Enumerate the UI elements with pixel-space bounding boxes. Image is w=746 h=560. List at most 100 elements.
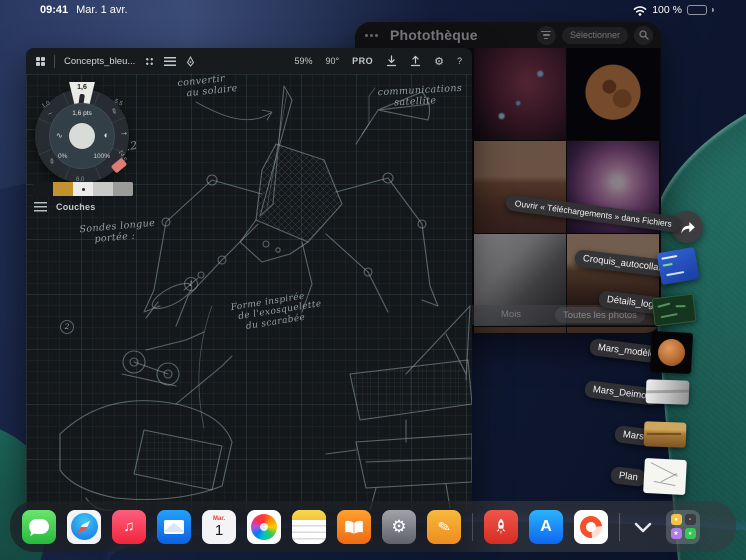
mail-envelope-icon <box>164 519 184 534</box>
photos-title: Photothèque <box>390 27 478 43</box>
export-icon[interactable] <box>410 55 421 67</box>
photo-tile-partial[interactable] <box>567 327 659 333</box>
drag-thumb-croquis-autocollants[interactable] <box>656 246 700 286</box>
swatch-black[interactable] <box>33 182 53 196</box>
import-icon[interactable] <box>386 55 397 67</box>
photos-header: Photothèque Sélectionner <box>355 22 661 48</box>
dock-app-calendar[interactable]: Mar. 1 <box>202 509 236 544</box>
help-button[interactable]: ? <box>457 56 462 66</box>
brush-tool-wheel[interactable]: 1,0 5,5 6,0 14,5 ~ ✎ ↗ ✎ 1,6 1,6 pts ∿ ◐ <box>35 82 129 183</box>
appstore-a-icon: A <box>540 517 552 535</box>
status-right: 100 % <box>633 4 714 16</box>
dock-app-mail[interactable] <box>157 509 191 544</box>
layers-panel-toggle[interactable]: Couches <box>34 202 95 212</box>
c-swirl-icon <box>575 511 607 542</box>
more-options-icon[interactable] <box>363 32 380 39</box>
layers-icon <box>34 202 47 212</box>
gear-icon: ⚙ <box>391 516 407 536</box>
drag-thumb-mars[interactable] <box>643 421 687 448</box>
clock: 09:41 <box>40 4 69 16</box>
share-arrow-icon <box>680 221 695 234</box>
swatch-gold[interactable] <box>53 182 73 196</box>
dock-app-messages[interactable] <box>22 509 56 544</box>
brush-preview-dot[interactable] <box>69 123 95 149</box>
brush-settings-disc[interactable]: 1,6 pts ∿ ◐ 0% 100% <box>49 103 115 169</box>
ipad-screen: 09:41 Mar. 1 avr. 100 % Photothèque Séle… <box>0 0 746 560</box>
toolbar-divider <box>54 54 55 68</box>
books-icon <box>344 519 364 535</box>
dock-divider <box>472 512 473 541</box>
tab-months[interactable]: Mois <box>501 309 521 320</box>
drag-thumb-mars-modele[interactable] <box>649 330 694 375</box>
color-swatch-bar <box>33 182 133 196</box>
swatch-lightgray[interactable] <box>93 182 113 196</box>
app-library-icon: ● ▫ ★ ● <box>670 514 696 539</box>
calendar-month: Mar. <box>212 515 225 522</box>
dock-app-settings[interactable]: ⚙ <box>382 509 416 544</box>
search-button[interactable] <box>634 25 653 45</box>
dock-divider <box>619 512 620 541</box>
wifi-icon <box>633 5 647 16</box>
pro-badge[interactable]: PRO <box>352 56 373 66</box>
opacity-max[interactable]: 100% <box>93 153 110 160</box>
grid-settings-icon[interactable] <box>144 55 156 67</box>
photo-tile-mars-planet[interactable] <box>567 48 659 140</box>
dock-app-books[interactable] <box>337 509 371 544</box>
annotation-marker-2: 2 <box>60 320 74 334</box>
drag-thumb-details-logo[interactable] <box>651 293 697 327</box>
gallery-icon[interactable] <box>36 56 45 66</box>
concepts-window: Concepts_bleu... 59% 90° PRO ⚙ ? convert… <box>26 48 472 512</box>
safari-compass-icon <box>70 513 98 540</box>
drawing-canvas[interactable]: convertir au solaire communications sate… <box>26 73 472 512</box>
smoothing-icon[interactable]: ∿ <box>56 131 63 140</box>
dock-collapse-button[interactable] <box>631 510 655 544</box>
layers-menu-icon[interactable] <box>164 56 177 66</box>
dock-app-c-swirl[interactable] <box>574 509 608 544</box>
drag-thumb-mars-deimos[interactable] <box>645 379 690 405</box>
blend-mode-icon[interactable]: ◐ <box>104 130 109 140</box>
concepts-toolbar: Concepts_bleu... 59% 90° PRO ⚙ ? <box>26 48 472 74</box>
toolbar-right-group: 59% 90° PRO ⚙ ? <box>294 55 462 68</box>
search-icon <box>638 30 649 40</box>
dock-app-notes[interactable] <box>292 509 326 544</box>
music-note-icon: ♫ <box>123 518 135 535</box>
dock-app-safari[interactable] <box>67 509 101 544</box>
status-left: 09:41 Mar. 1 avr. <box>40 4 128 16</box>
pen-mode-icon[interactable] <box>185 55 196 67</box>
messages-bubble-icon <box>29 519 49 534</box>
photo-tile-mars-hills[interactable] <box>474 141 566 233</box>
date: Mar. 1 avr. <box>76 4 128 16</box>
stroke-size-value[interactable]: 1,6 pts <box>49 110 115 117</box>
battery-percent: 100 % <box>652 4 682 16</box>
dock-app-photos[interactable] <box>247 509 281 544</box>
select-button[interactable]: Sélectionner <box>561 26 628 44</box>
settings-gear-icon[interactable]: ⚙ <box>434 55 444 68</box>
layers-label: Couches <box>56 202 96 212</box>
notes-icon <box>292 509 326 520</box>
dock-app-library[interactable]: ● ▫ ★ ● <box>666 509 700 544</box>
opacity-min[interactable]: 0% <box>58 153 67 160</box>
zoom-level[interactable]: 59% <box>294 56 312 66</box>
annotation-satellite: communications satellite <box>377 82 463 109</box>
dock-app-rocket[interactable] <box>484 509 518 544</box>
dock-app-appstore[interactable]: A <box>529 509 563 544</box>
swatch-gray[interactable] <box>113 182 133 196</box>
calendar-day: 1 <box>214 521 224 539</box>
swatch-white-selected[interactable] <box>73 182 93 196</box>
filter-button[interactable] <box>536 25 556 45</box>
drag-thumb-plan[interactable] <box>643 457 687 496</box>
battery-icon <box>687 5 707 15</box>
photos-pinwheel-icon <box>251 513 277 540</box>
pen-icon: ✎ <box>436 517 453 537</box>
status-bar: 09:41 Mar. 1 avr. 100 % <box>0 0 746 20</box>
dock-app-music[interactable]: ♫ <box>112 509 146 544</box>
photo-tile-horsehead-nebula[interactable] <box>474 48 566 140</box>
rotation-value[interactable]: 90° <box>325 56 339 66</box>
annotation-marker-1: 1 <box>184 277 198 291</box>
dock: ♫ Mar. 1 ⚙ ✎ A ● ▫ ★ ● <box>10 501 736 552</box>
dock-app-concepts[interactable]: ✎ <box>427 509 461 544</box>
document-title[interactable]: Concepts_bleu... <box>64 56 135 67</box>
photo-tile-partial[interactable] <box>474 327 566 333</box>
battery-nub <box>712 8 714 12</box>
filter-icon <box>541 30 552 40</box>
